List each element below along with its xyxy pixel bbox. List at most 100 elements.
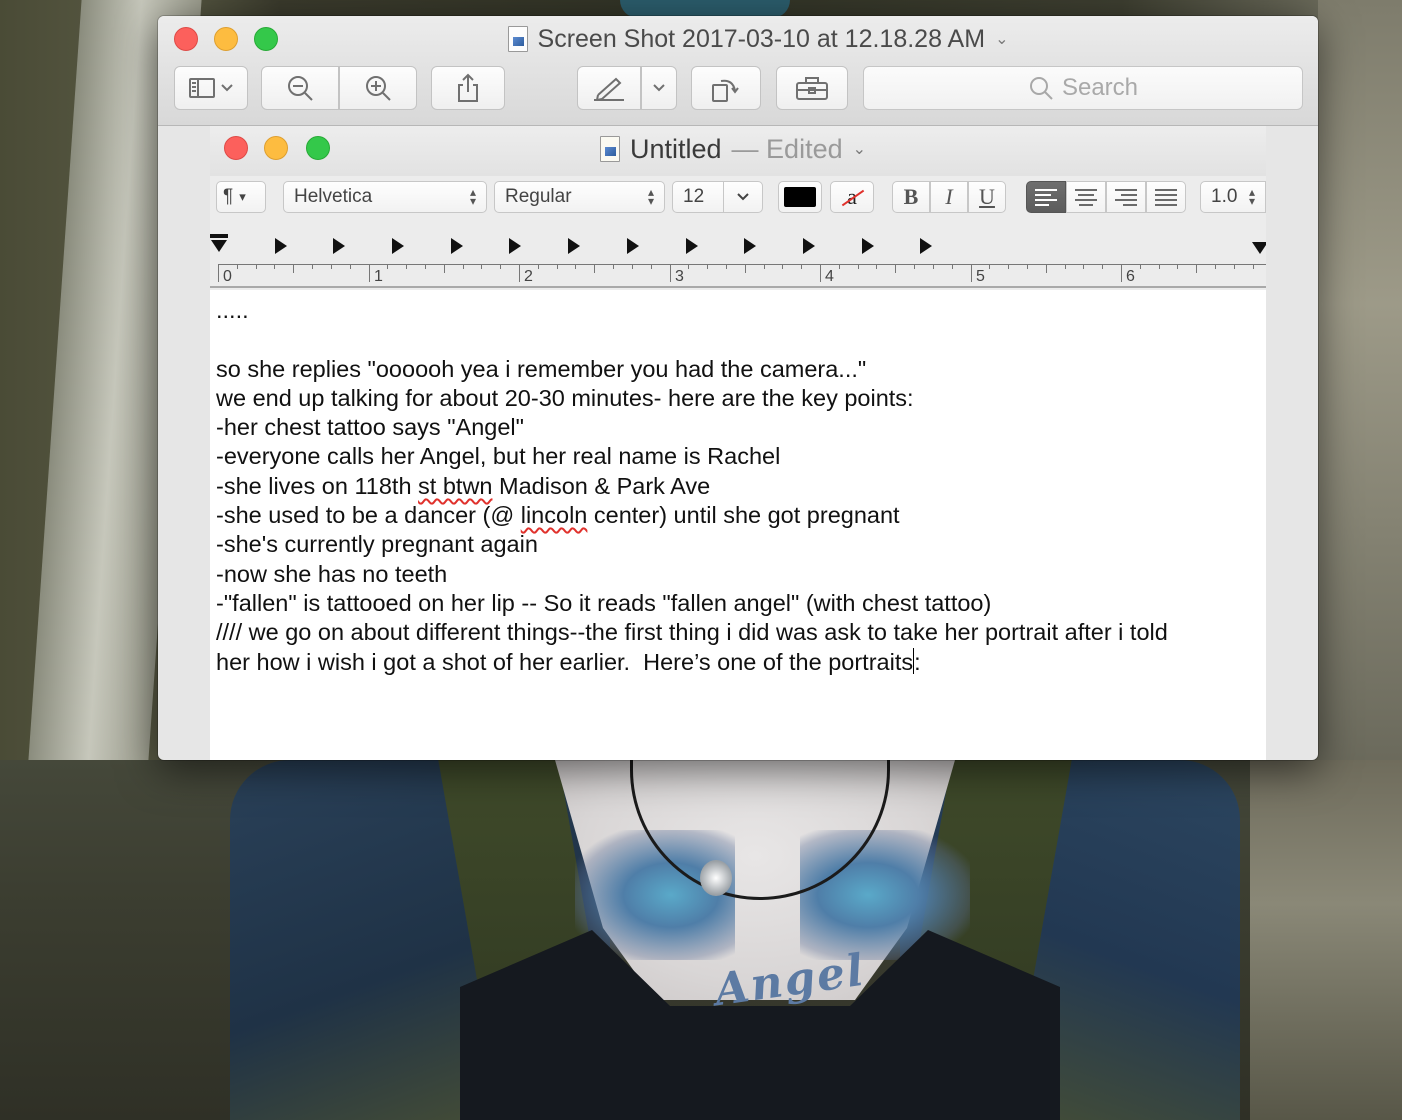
font-size-value: 12: [683, 186, 705, 207]
font-family-popup[interactable]: Helvetica ▴ ▾: [283, 181, 487, 213]
tab-stop-marker[interactable]: [451, 238, 463, 254]
ruler-tick: [575, 264, 576, 269]
font-size-menu-button[interactable]: [723, 181, 763, 213]
textedit-title[interactable]: Untitled — Edited ⌄: [600, 132, 920, 166]
ruler-tick: [1196, 264, 1197, 273]
first-line-indent-marker[interactable]: [210, 234, 228, 238]
ruler-tick: [1083, 264, 1084, 269]
bold-button[interactable]: B: [892, 181, 930, 213]
textedit-zoom-button[interactable]: [306, 136, 330, 160]
tab-stop-marker[interactable]: [568, 238, 580, 254]
ruler-tick: [1234, 264, 1235, 269]
ruler-tick: [594, 264, 595, 273]
ruler-tick: [989, 264, 990, 269]
tab-stop-marker[interactable]: [862, 238, 874, 254]
edited-status: — Edited: [731, 133, 843, 164]
ruler-tick: [312, 264, 313, 269]
left-indent-marker[interactable]: [211, 240, 227, 252]
tab-stop-marker[interactable]: [509, 238, 521, 254]
markup-menu-button[interactable]: [641, 66, 677, 110]
document-text-area[interactable]: ..... so she replies "oooooh yea i remem…: [210, 290, 1266, 760]
tab-stop-marker[interactable]: [744, 238, 756, 254]
line-spacing-value: 1.0: [1211, 186, 1238, 207]
ruler-number: 3: [675, 268, 684, 285]
ruler-tick: [895, 264, 896, 273]
share-icon: [458, 73, 478, 102]
line-spacing-popup[interactable]: 1.0 ▴ ▾: [1200, 181, 1266, 213]
rotate-button[interactable]: [691, 66, 761, 110]
chevron-down-icon[interactable]: ⌄: [853, 139, 866, 159]
text-color-well[interactable]: [778, 181, 822, 213]
markup-button[interactable]: [577, 66, 641, 110]
document-proxy-icon[interactable]: [507, 26, 528, 52]
text-run: center) until she got pregnant: [587, 502, 900, 529]
background-wall-lower: [1250, 760, 1402, 1120]
chevron-down-icon: [653, 84, 665, 92]
zoom-button[interactable]: [254, 27, 278, 51]
updown-chevron-icon: ▴ ▾: [469, 185, 476, 208]
justify-button[interactable]: [1146, 181, 1186, 213]
tab-stop-marker[interactable]: [686, 238, 698, 254]
chevron-down-icon: [737, 193, 749, 201]
close-button[interactable]: [174, 27, 198, 51]
ruler-tick: [538, 264, 539, 269]
updown-chevron-icon: ▴ ▾: [647, 185, 654, 208]
ruler-tick: [500, 264, 501, 269]
paragraph-styles-popup[interactable]: ¶ ▾: [216, 181, 266, 213]
misspelled-word: st btwn: [418, 472, 493, 499]
tab-stop-marker[interactable]: [392, 238, 404, 254]
italic-button[interactable]: I: [930, 181, 968, 213]
search-field[interactable]: Search: [863, 66, 1303, 110]
ruler-tick: [237, 264, 238, 269]
ruler-tick: [557, 264, 558, 269]
ruler[interactable]: 0 1 2 3 4 5 6: [210, 226, 1266, 288]
chevron-down-icon[interactable]: ⌄: [995, 29, 1008, 49]
textedit-titlebar: Untitled — Edited ⌄: [210, 126, 1266, 176]
zoom-out-button[interactable]: [261, 66, 339, 110]
align-left-button[interactable]: [1026, 181, 1066, 213]
sidebar-view-button[interactable]: [174, 66, 248, 110]
ruler-tick: [707, 264, 708, 269]
ruler-tick: [1065, 264, 1066, 269]
underline-button[interactable]: U: [968, 181, 1006, 213]
ruler-tick: [688, 264, 689, 269]
text-line: we end up talking for about 20-30 minute…: [216, 384, 914, 411]
ruler-tick: [933, 264, 934, 269]
search-icon: [1029, 77, 1053, 100]
ruler-tick: [952, 264, 953, 269]
ruler-tick: [481, 264, 482, 269]
ruler-tick: [519, 264, 520, 282]
align-right-button[interactable]: [1106, 181, 1146, 213]
share-button[interactable]: [431, 66, 505, 110]
tab-stop-marker[interactable]: [333, 238, 345, 254]
zoom-in-button[interactable]: [339, 66, 417, 110]
text-line: -her chest tattoo says "Angel": [216, 414, 524, 441]
ruler-tick: [350, 264, 351, 269]
ruler-tick: [876, 264, 877, 269]
minimize-button[interactable]: [214, 27, 238, 51]
tab-stop-marker[interactable]: [920, 238, 932, 254]
ruler-number: 4: [825, 268, 834, 285]
textedit-minimize-button[interactable]: [264, 136, 288, 160]
font-size-field[interactable]: 12: [672, 181, 724, 213]
toolbox-icon: [796, 77, 828, 100]
textedit-close-button[interactable]: [224, 136, 248, 160]
tab-stop-marker[interactable]: [803, 238, 815, 254]
typeface-popup[interactable]: Regular ▴ ▾: [494, 181, 665, 213]
align-center-button[interactable]: [1066, 181, 1106, 213]
highlight-color-well[interactable]: a: [830, 181, 874, 213]
tab-stop-marker[interactable]: [275, 238, 287, 254]
ruler-tick: [1253, 264, 1254, 269]
text-line: -she used to be a dancer (@ lincoln cent…: [216, 501, 1266, 530]
necklace-pendant: [700, 860, 732, 896]
preview-title[interactable]: Screen Shot 2017-03-10 at 12.18.28 AM ⌄: [478, 24, 1038, 54]
ruler-number: 1: [374, 268, 383, 285]
align-left-icon: [1035, 188, 1057, 206]
ruler-tick: [274, 264, 275, 269]
ruler-tick: [387, 264, 388, 269]
ruler-tick: [670, 264, 671, 282]
markup-toolbar-button[interactable]: [776, 66, 848, 110]
ruler-tick: [1102, 264, 1103, 269]
right-margin-marker[interactable]: [1252, 242, 1266, 254]
tab-stop-marker[interactable]: [627, 238, 639, 254]
